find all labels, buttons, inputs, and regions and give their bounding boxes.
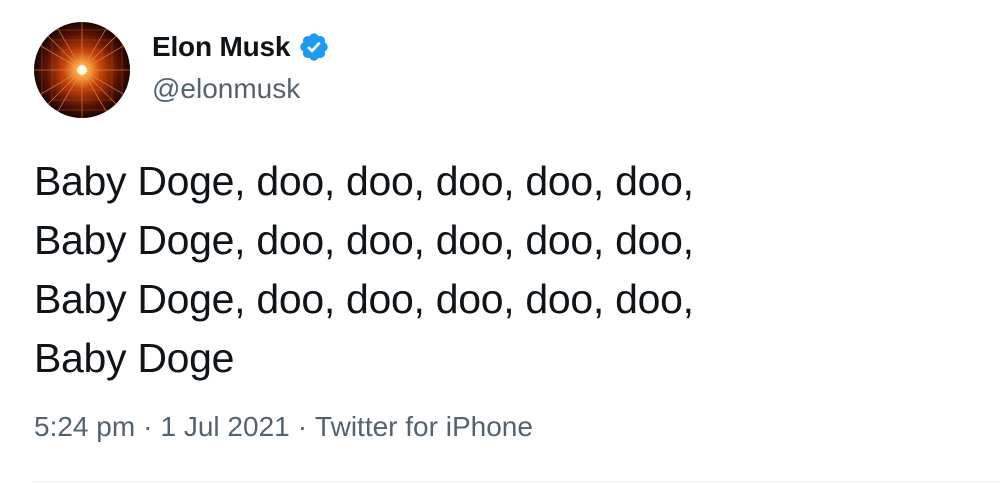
tweet-source[interactable]: Twitter for iPhone — [315, 410, 533, 444]
starburst-avatar-icon — [34, 22, 130, 118]
tweet-text: Baby Doge, doo, doo, doo, doo, doo, Baby… — [34, 152, 934, 388]
avatar[interactable] — [34, 22, 130, 118]
meta-separator: · — [297, 411, 308, 442]
divider — [34, 481, 1000, 482]
tweet-card: Elon Musk @elonmusk Baby Doge, doo, doo,… — [0, 0, 1000, 484]
tweet-date[interactable]: 1 Jul 2021 — [161, 410, 290, 444]
tweet-line: Baby Doge, doo, doo, doo, doo, doo, — [34, 276, 694, 322]
author-name[interactable]: Elon Musk — [152, 30, 290, 64]
author-name-row[interactable]: Elon Musk — [152, 30, 330, 64]
tweet-time[interactable]: 5:24 pm — [34, 410, 135, 444]
tweet-line: Baby Doge — [34, 335, 235, 381]
verified-badge-icon — [298, 31, 330, 63]
author-handle[interactable]: @elonmusk — [152, 72, 300, 106]
tweet-line: Baby Doge, doo, doo, doo, doo, doo, — [34, 217, 694, 263]
tweet-meta: 5:24 pm · 1 Jul 2021 · Twitter for iPhon… — [34, 410, 533, 444]
tweet-line: Baby Doge, doo, doo, doo, doo, doo, — [34, 158, 694, 204]
meta-separator: · — [143, 411, 153, 442]
